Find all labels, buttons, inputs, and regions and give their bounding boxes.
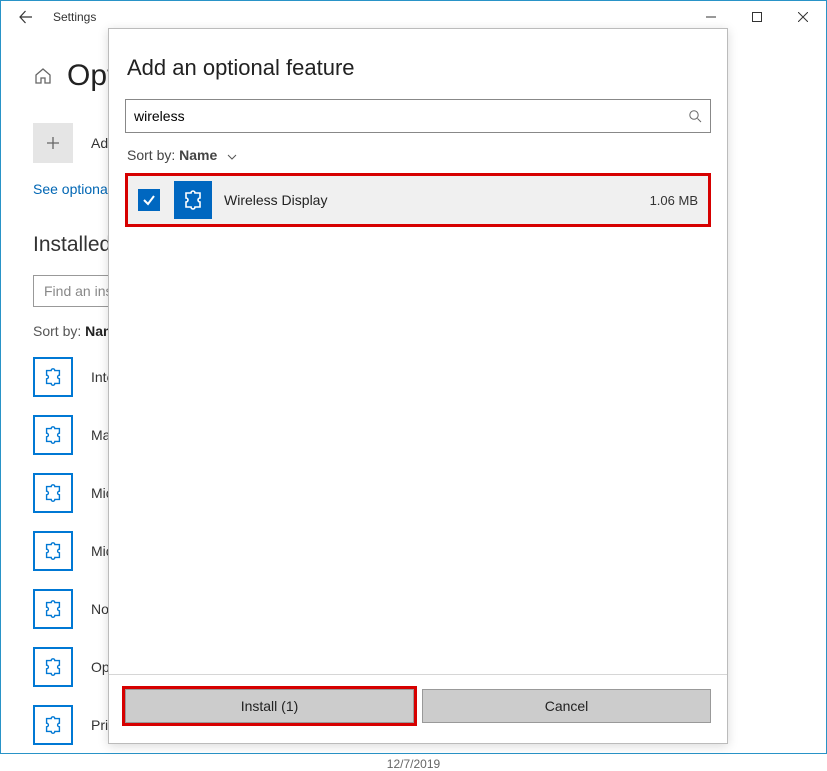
add-feature-dialog: Add an optional feature Sort by: Name Wi… <box>108 28 728 744</box>
maximize-icon <box>752 12 762 22</box>
cancel-label: Cancel <box>545 698 589 714</box>
puzzle-icon <box>181 188 205 212</box>
maximize-button[interactable] <box>734 1 780 33</box>
dialog-sort[interactable]: Sort by: Name <box>127 147 711 163</box>
install-button[interactable]: Install (1) <box>125 689 414 723</box>
puzzle-icon <box>42 714 64 736</box>
puzzle-icon <box>42 540 64 562</box>
back-button[interactable] <box>7 1 45 33</box>
search-icon <box>688 109 702 123</box>
feature-checkbox[interactable] <box>138 189 160 211</box>
install-label: Install (1) <box>241 698 299 714</box>
home-icon[interactable] <box>33 66 53 86</box>
dialog-title: Add an optional feature <box>127 55 711 81</box>
feature-search-field[interactable] <box>125 99 711 133</box>
sort-prefix: Sort by: <box>127 147 179 163</box>
sort-value: Name <box>179 147 217 163</box>
close-button[interactable] <box>780 1 826 33</box>
puzzle-icon <box>42 598 64 620</box>
checkmark-icon <box>142 193 156 207</box>
feature-result-row[interactable]: Wireless Display 1.06 MB <box>125 173 711 227</box>
chevron-down-icon <box>227 147 237 163</box>
close-icon <box>798 12 808 22</box>
puzzle-icon <box>42 656 64 678</box>
add-button[interactable] <box>33 123 73 163</box>
puzzle-icon <box>42 366 64 388</box>
feature-size: 1.06 MB <box>650 193 698 208</box>
puzzle-icon <box>42 424 64 446</box>
sort-prefix: Sort by: <box>33 323 85 339</box>
feature-search-input[interactable] <box>134 108 688 124</box>
feature-name: Wireless Display <box>224 192 650 208</box>
cancel-button[interactable]: Cancel <box>422 689 711 723</box>
dialog-footer: Install (1) Cancel <box>109 674 727 743</box>
arrow-left-icon <box>18 9 34 25</box>
plus-icon <box>45 135 61 151</box>
feature-icon <box>174 181 212 219</box>
window-title: Settings <box>53 10 96 24</box>
bottom-date: 12/7/2019 <box>33 757 794 771</box>
minimize-icon <box>706 12 716 22</box>
puzzle-icon <box>42 482 64 504</box>
